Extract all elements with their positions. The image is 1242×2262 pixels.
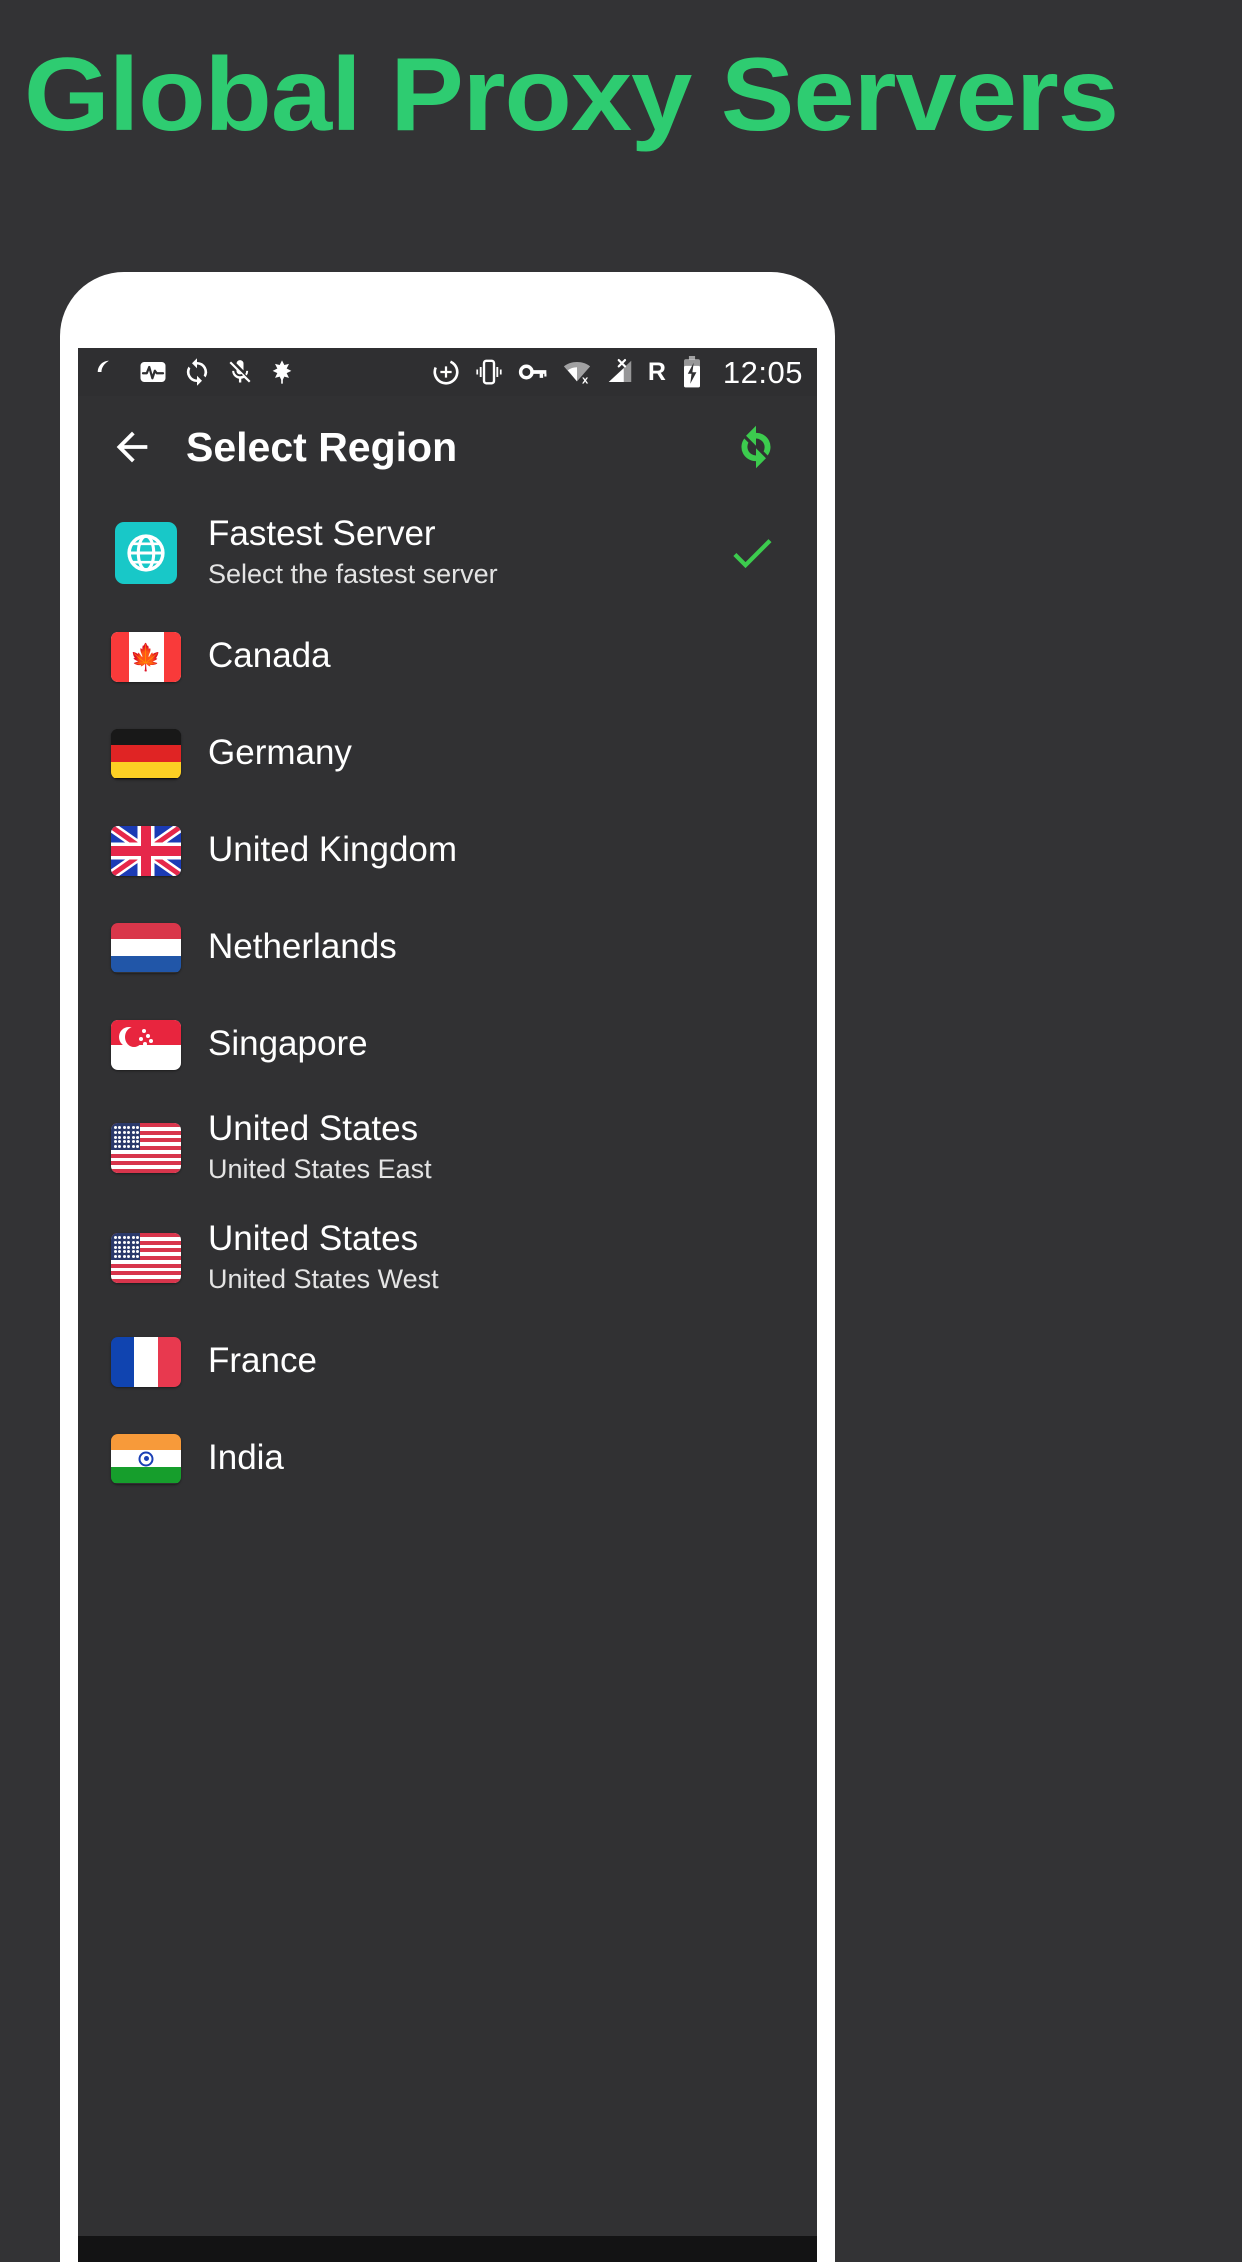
region-title: India xyxy=(208,1438,284,1478)
wifi-off-icon: x xyxy=(562,357,592,387)
region-text-block: Netherlands xyxy=(208,927,721,968)
battery-charging-icon xyxy=(679,356,705,388)
region-list-item[interactable]: Netherlands xyxy=(78,899,817,996)
region-list-item[interactable]: Fastest Server Select the fastest server xyxy=(78,498,817,608)
flag-netherlands-icon xyxy=(108,919,184,976)
region-list-item[interactable]: Germany xyxy=(78,705,817,802)
region-subtitle: Select the fastest server xyxy=(208,559,498,590)
sync-icon xyxy=(182,357,212,387)
page-title: Global Proxy Servers xyxy=(24,37,1119,153)
cell-signal-off-icon xyxy=(605,357,635,387)
region-text-block: United States United States West xyxy=(208,1219,721,1298)
region-title: France xyxy=(208,1341,317,1381)
vpn-key-icon xyxy=(517,356,549,388)
region-text-block: India xyxy=(208,1438,721,1479)
region-title: United States xyxy=(208,1218,419,1258)
region-list-item[interactable]: United States United States East xyxy=(78,1093,817,1203)
region-text-block: France xyxy=(208,1341,721,1382)
status-bar: x R 12:05 xyxy=(78,348,817,396)
svg-text:x: x xyxy=(582,374,589,386)
vibrate-icon xyxy=(474,357,504,387)
phone-screen: x R 12:05 Select Region Fastest Server S… xyxy=(78,348,817,2262)
region-subtitle: United States West xyxy=(208,1264,439,1295)
flag-united-states-icon xyxy=(108,1120,184,1177)
refresh-sync-icon xyxy=(741,425,771,469)
region-list[interactable]: Fastest Server Select the fastest server 🍁… xyxy=(78,498,817,1507)
region-text-block: Germany xyxy=(208,733,721,774)
refresh-button[interactable] xyxy=(725,416,787,478)
check-icon xyxy=(733,539,772,569)
arrow-back-icon xyxy=(116,431,148,463)
globe-icon-tile xyxy=(115,522,177,584)
flag-canada-icon: 🍁 xyxy=(108,628,184,685)
mic-muted-icon xyxy=(226,358,254,386)
globe-icon xyxy=(127,534,165,572)
app-bar-title: Select Region xyxy=(186,423,458,470)
app-bar: Select Region xyxy=(78,396,817,498)
back-button[interactable] xyxy=(100,415,164,479)
region-text-block: Singapore xyxy=(208,1024,721,1065)
region-text-block: Fastest Server Select the fastest server xyxy=(208,514,721,593)
region-title: United States xyxy=(208,1108,419,1148)
globe-icon xyxy=(108,522,184,584)
flag-united-kingdom-icon xyxy=(108,822,184,879)
zoom-in-circle-icon xyxy=(431,357,461,387)
region-title: Singapore xyxy=(208,1024,368,1064)
phone-mockup: x R 12:05 Select Region Fastest Server S… xyxy=(60,272,835,2262)
region-list-item[interactable]: United States United States West xyxy=(78,1203,817,1313)
region-text-block: United States United States East xyxy=(208,1109,721,1188)
region-title: Germany xyxy=(208,733,352,773)
region-title: Netherlands xyxy=(208,927,397,967)
region-list-item[interactable]: 🍁 Canada xyxy=(78,608,817,705)
flag-united-states-icon xyxy=(108,1230,184,1287)
screen-bottom-bar xyxy=(78,2236,817,2262)
leaf-icon xyxy=(268,358,296,386)
moon-sleep-icon xyxy=(94,357,124,387)
flag-germany-icon xyxy=(108,725,184,782)
region-subtitle: United States East xyxy=(208,1154,432,1185)
region-selected-check xyxy=(721,527,783,579)
region-title: United Kingdom xyxy=(208,830,458,870)
status-bar-clock: 12:05 xyxy=(722,354,803,390)
region-list-item[interactable]: Singapore xyxy=(78,996,817,1093)
flag-france-icon xyxy=(108,1333,184,1390)
region-text-block: United Kingdom xyxy=(208,830,721,871)
region-title: Fastest Server xyxy=(208,513,436,553)
region-title: Canada xyxy=(208,636,331,676)
promo-banner: Global Proxy Servers xyxy=(0,0,1242,190)
region-list-item[interactable]: India xyxy=(78,1410,817,1507)
roaming-indicator: R xyxy=(647,357,666,386)
flag-singapore-icon xyxy=(108,1016,184,1073)
region-list-item[interactable]: France xyxy=(78,1313,817,1410)
pulse-monitor-icon xyxy=(138,357,168,387)
flag-india-icon xyxy=(108,1430,184,1487)
region-list-item[interactable]: United Kingdom xyxy=(78,802,817,899)
region-text-block: Canada xyxy=(208,636,721,677)
